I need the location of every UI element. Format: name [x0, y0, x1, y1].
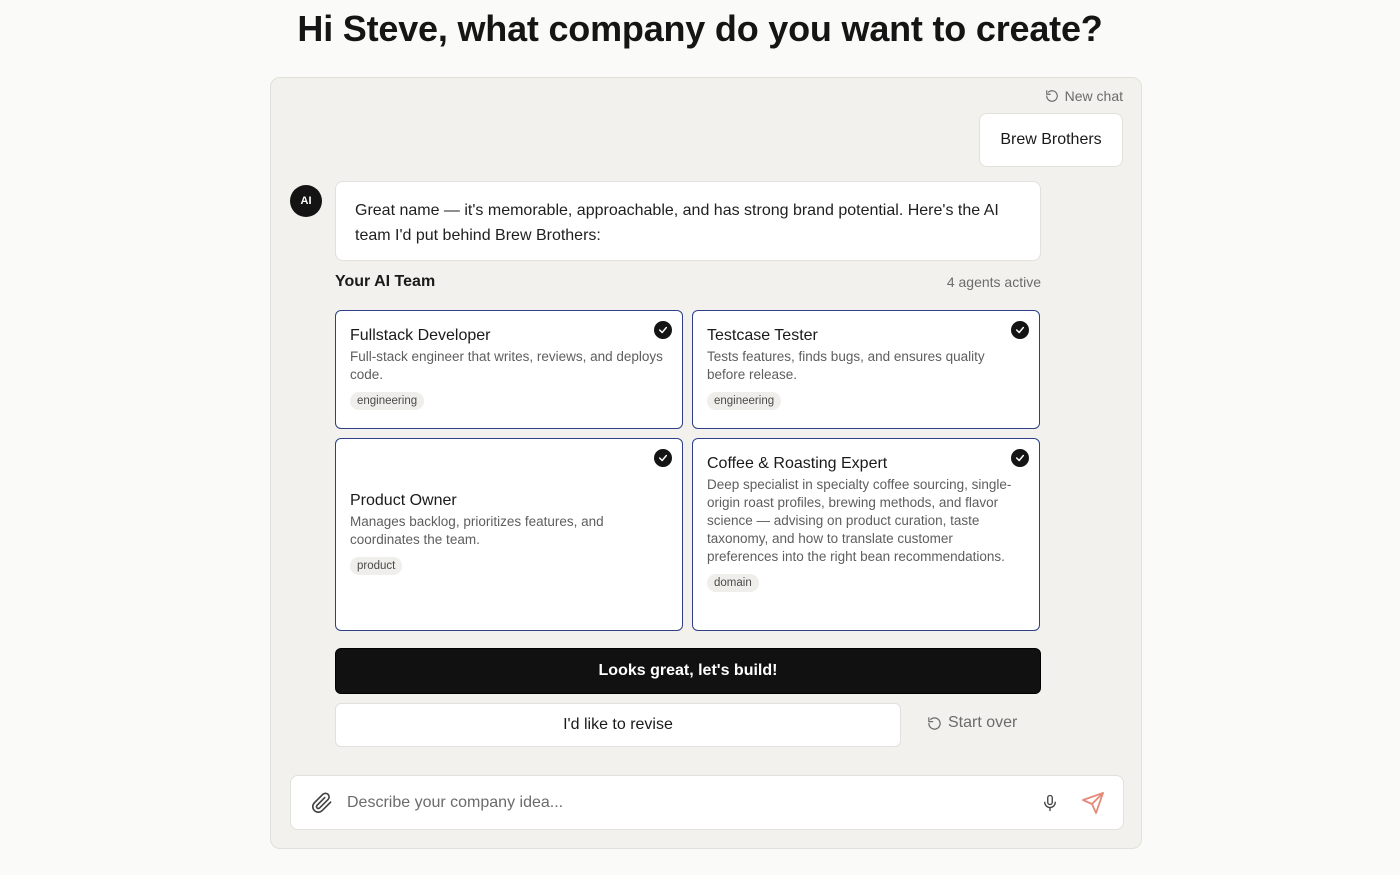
agent-description: Tests features, finds bugs, and ensures … [707, 349, 985, 382]
paperclip-icon[interactable] [311, 792, 333, 819]
agent-name: Product Owner [350, 492, 457, 509]
ai-message: Great name — it's memorable, approachabl… [335, 181, 1041, 261]
start-over-button[interactable]: Start over [927, 714, 1017, 732]
agent-tag: domain [707, 574, 759, 592]
revise-button[interactable]: I'd like to revise [335, 703, 901, 747]
agent-tag: engineering [707, 392, 782, 410]
company-idea-input[interactable] [347, 788, 1007, 818]
check-icon [654, 449, 672, 467]
agent-name: Coffee & Roasting Expert [707, 455, 888, 472]
new-chat-button[interactable]: New chat [1045, 88, 1123, 104]
team-header: Your AI Team 4 agents active [335, 273, 1041, 291]
check-icon [1011, 449, 1029, 467]
check-icon [1011, 321, 1029, 339]
composer [290, 775, 1124, 830]
build-button[interactable]: Looks great, let's build! [335, 648, 1041, 694]
agent-description: Manages backlog, prioritizes features, a… [350, 514, 604, 547]
agent-card[interactable]: Coffee & Roasting Expert Deep specialist… [692, 438, 1040, 631]
agent-tag: product [350, 557, 403, 575]
ai-avatar: AI [290, 185, 322, 217]
agent-card[interactable]: Fullstack Developer Full-stack engineer … [335, 310, 683, 429]
microphone-icon[interactable] [1041, 792, 1059, 819]
agent-description: Full-stack engineer that writes, reviews… [350, 349, 663, 382]
agent-tag: engineering [350, 392, 425, 410]
chat-panel: New chat Brew Brothers AI Great name — i… [270, 77, 1142, 849]
send-icon[interactable] [1081, 791, 1105, 820]
check-icon [654, 321, 672, 339]
agent-name: Fullstack Developer [350, 327, 491, 344]
agent-description: Deep specialist in specialty coffee sour… [707, 477, 1012, 564]
page-title: Hi Steve, what company do you want to cr… [297, 8, 1103, 49]
refresh-icon [1045, 89, 1059, 103]
user-message: Brew Brothers [979, 113, 1123, 167]
team-title: Your AI Team [335, 273, 436, 290]
agent-name: Testcase Tester [707, 327, 818, 344]
agent-card[interactable]: Product Owner Manages backlog, prioritiz… [335, 438, 683, 631]
refresh-icon [927, 716, 942, 731]
agents-count: 4 agents active [946, 274, 1041, 290]
start-over-label: Start over [948, 714, 1018, 731]
agent-card[interactable]: Testcase Tester Tests features, finds bu… [692, 310, 1040, 429]
new-chat-label: New chat [1064, 88, 1123, 104]
